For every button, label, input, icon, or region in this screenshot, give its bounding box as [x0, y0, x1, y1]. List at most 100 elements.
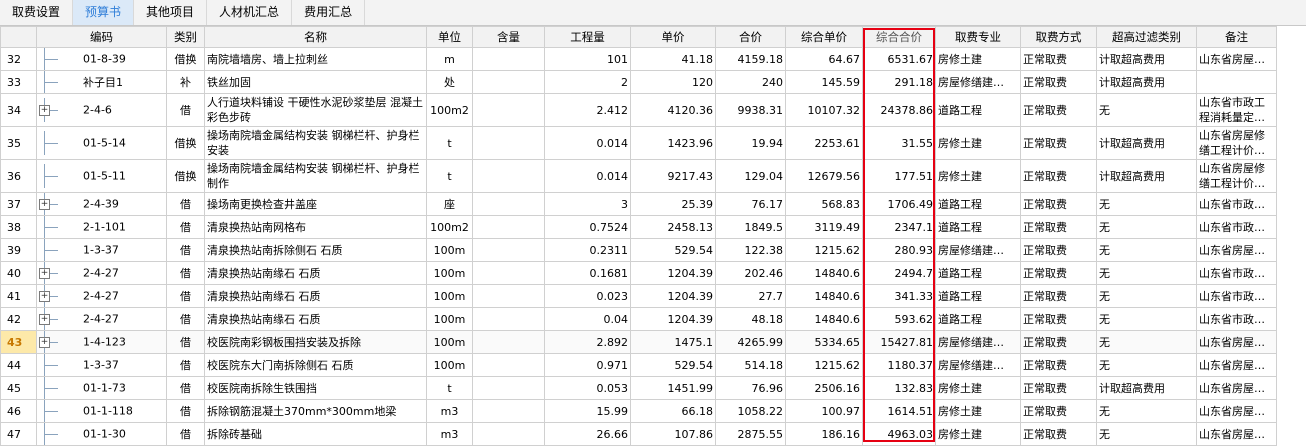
- cell-type[interactable]: 借: [166, 284, 205, 308]
- cell-code[interactable]: 补子目1: [36, 70, 167, 94]
- table-row[interactable]: 37 +2-4-39 借操场南更换检查井盖座座 3 25.39 76.17 568.83 17…: [0, 192, 1277, 216]
- cell-type[interactable]: 借: [166, 330, 205, 354]
- row-number[interactable]: 44: [0, 353, 37, 377]
- cell-code[interactable]: 01-1-30: [36, 422, 167, 446]
- cell-spec[interactable]: 道路工程: [935, 215, 1021, 239]
- cell-unit[interactable]: 100m: [426, 284, 473, 308]
- cell-unit-total[interactable]: 5334.65: [785, 330, 863, 354]
- cell-unit[interactable]: t: [426, 376, 473, 400]
- cell-amount[interactable]: 129.04: [715, 159, 786, 193]
- cell-code[interactable]: 2-1-101: [36, 215, 167, 239]
- cell-unit[interactable]: 100m: [426, 353, 473, 377]
- cell-filter[interactable]: 无: [1096, 215, 1197, 239]
- cell-filter[interactable]: 计取超高费用: [1096, 47, 1197, 71]
- cell-spec[interactable]: 房屋修缮建…: [935, 238, 1021, 262]
- column-header-code[interactable]: 编码: [36, 26, 167, 48]
- cell-method[interactable]: 正常取费: [1020, 192, 1097, 216]
- cell-content[interactable]: [472, 399, 545, 423]
- row-number[interactable]: 35: [0, 126, 37, 160]
- cell-qty[interactable]: 0.04: [544, 307, 631, 331]
- column-header-unit[interactable]: 单位: [426, 26, 473, 48]
- cell-amount[interactable]: 122.38: [715, 238, 786, 262]
- cell-unit[interactable]: 100m: [426, 238, 473, 262]
- cell-name[interactable]: 清泉换热站南网格布: [204, 215, 427, 239]
- table-row[interactable]: 36 01-5-11 借换 操场南院墙金属结构安装 钢梯栏杆、护身栏制作 t 0.014 9…: [0, 159, 1277, 193]
- cell-qty[interactable]: 3: [544, 192, 631, 216]
- cell-unit-total[interactable]: 12679.56: [785, 159, 863, 193]
- cell-unit-total[interactable]: 14840.6: [785, 261, 863, 285]
- cell-type[interactable]: 借: [166, 261, 205, 285]
- cell-content[interactable]: [472, 353, 545, 377]
- cell-method[interactable]: 正常取费: [1020, 422, 1097, 446]
- cell-name[interactable]: 清泉换热站南拆除侧石 石质: [204, 238, 427, 262]
- cell-filter[interactable]: 无: [1096, 307, 1197, 331]
- row-number[interactable]: 40: [0, 261, 37, 285]
- table-row[interactable]: 44 1-3-37 借校医院东大门南拆除侧石 石质 100m 0.971 529.54 51…: [0, 353, 1277, 377]
- cell-content[interactable]: [472, 126, 545, 160]
- cell-content[interactable]: [472, 215, 545, 239]
- cell-note[interactable]: 山东省房屋…: [1196, 422, 1277, 446]
- cell-unit[interactable]: 100m: [426, 261, 473, 285]
- cell-unit[interactable]: m: [426, 47, 473, 71]
- table-row[interactable]: 33 补子目1 补铁丝加固处 2 120 240 145.59 291.18 房屋修缮建… 正常取…: [0, 70, 1277, 94]
- cell-unit[interactable]: t: [426, 126, 473, 160]
- cell-content[interactable]: [472, 376, 545, 400]
- cell-total[interactable]: 280.93: [862, 238, 936, 262]
- cell-note[interactable]: 山东省市政…: [1196, 215, 1277, 239]
- cell-filter[interactable]: 无: [1096, 192, 1197, 216]
- cell-total[interactable]: 1706.49: [862, 192, 936, 216]
- cell-method[interactable]: 正常取费: [1020, 330, 1097, 354]
- cell-note[interactable]: 山东省市政…: [1196, 261, 1277, 285]
- cell-total[interactable]: 2494.7: [862, 261, 936, 285]
- row-number[interactable]: 32: [0, 47, 37, 71]
- cell-total[interactable]: 2347.1: [862, 215, 936, 239]
- cell-filter[interactable]: 无: [1096, 353, 1197, 377]
- cell-spec[interactable]: 道路工程: [935, 93, 1021, 127]
- expand-plus-icon[interactable]: +: [39, 314, 50, 326]
- cell-filter[interactable]: 无: [1096, 284, 1197, 308]
- cell-code[interactable]: +2-4-27: [36, 284, 167, 308]
- cell-note[interactable]: 山东省市政…: [1196, 307, 1277, 331]
- cell-qty[interactable]: 2.892: [544, 330, 631, 354]
- cell-spec[interactable]: 房修土建: [935, 159, 1021, 193]
- row-number[interactable]: 33: [0, 70, 37, 94]
- cell-price[interactable]: 529.54: [630, 238, 716, 262]
- column-header-price[interactable]: 单价: [630, 26, 716, 48]
- expand-plus-icon[interactable]: +: [39, 337, 50, 349]
- cell-type[interactable]: 补: [166, 70, 205, 94]
- cell-price[interactable]: 120: [630, 70, 716, 94]
- cell-amount[interactable]: 1058.22: [715, 399, 786, 423]
- cell-unit-total[interactable]: 3119.49: [785, 215, 863, 239]
- row-number[interactable]: 42: [0, 307, 37, 331]
- row-number[interactable]: 39: [0, 238, 37, 262]
- cell-spec[interactable]: 房修土建: [935, 126, 1021, 160]
- cell-note[interactable]: 山东省房屋修缮工程计价…: [1196, 126, 1277, 160]
- cell-code[interactable]: +1-4-123: [36, 330, 167, 354]
- tab-labor-material-summary[interactable]: 人材机汇总: [207, 0, 293, 25]
- cell-code[interactable]: 01-8-39: [36, 47, 167, 71]
- cell-name[interactable]: 清泉换热站南缘石 石质: [204, 307, 427, 331]
- cell-spec[interactable]: 房修土建: [935, 376, 1021, 400]
- cell-method[interactable]: 正常取费: [1020, 126, 1097, 160]
- cell-note[interactable]: 山东省市政…: [1196, 284, 1277, 308]
- cell-price[interactable]: 25.39: [630, 192, 716, 216]
- cell-content[interactable]: [472, 307, 545, 331]
- cell-code[interactable]: 01-1-73: [36, 376, 167, 400]
- cell-filter[interactable]: 无: [1096, 422, 1197, 446]
- cell-total[interactable]: 291.18: [862, 70, 936, 94]
- cell-qty[interactable]: 0.014: [544, 126, 631, 160]
- column-header-unit-total[interactable]: 综合单价: [785, 26, 863, 48]
- tab-other-items[interactable]: 其他项目: [134, 0, 208, 25]
- row-number[interactable]: 37: [0, 192, 37, 216]
- table-row[interactable]: 35 01-5-14 借换 操场南院墙金属结构安装 钢梯栏杆、护身栏安装 t 0.014 1…: [0, 126, 1277, 160]
- cell-qty[interactable]: 0.014: [544, 159, 631, 193]
- cell-type[interactable]: 借换: [166, 159, 205, 193]
- cell-content[interactable]: [472, 47, 545, 71]
- cell-total[interactable]: 132.83: [862, 376, 936, 400]
- cell-amount[interactable]: 514.18: [715, 353, 786, 377]
- cell-note[interactable]: 山东省房屋…: [1196, 376, 1277, 400]
- cell-method[interactable]: 正常取费: [1020, 47, 1097, 71]
- cell-note[interactable]: 山东省市政…: [1196, 192, 1277, 216]
- cell-spec[interactable]: 房修土建: [935, 422, 1021, 446]
- cell-note[interactable]: [1196, 70, 1277, 94]
